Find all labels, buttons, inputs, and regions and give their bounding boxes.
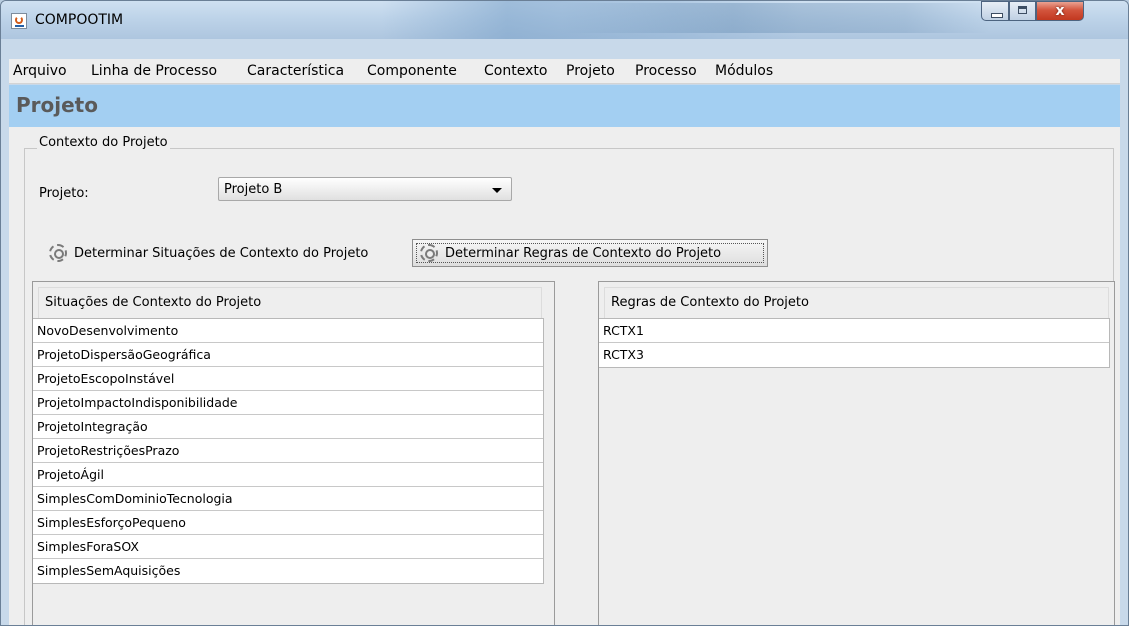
close-icon: x [1055,3,1065,19]
maximize-icon [1018,6,1027,14]
table-row[interactable]: ProjetoRestriçõesPrazo [33,439,543,463]
group-legend: Contexto do Projeto [37,135,170,150]
focus-ring [416,243,764,263]
java-app-icon[interactable] [11,13,27,29]
table-row[interactable]: SimplesForaSOX [33,535,543,559]
menu-linha-de-processo[interactable]: Linha de Processo [91,63,217,79]
determinar-situacoes-button[interactable]: Determinar Situações de Contexto do Proj… [42,239,402,267]
table-row[interactable]: NovoDesenvolvimento [33,319,543,343]
table-row[interactable]: ProjetoIntegração [33,415,543,439]
menu-arquivo[interactable]: Arquivo [13,63,67,79]
menu-projeto[interactable]: Projeto [566,63,615,79]
regras-table: Regras de Contexto do Projeto RCTX1 RCTX… [598,281,1115,625]
table-row[interactable]: SimplesComDominioTecnologia [33,487,543,511]
gear-icon [419,243,439,263]
situacoes-column-header[interactable]: Situações de Contexto do Projeto [38,287,542,319]
menu-caracteristica[interactable]: Característica [247,63,344,79]
projeto-label: Projeto: [39,186,89,201]
projeto-select-value: Projeto B [224,182,283,197]
close-button[interactable]: x [1036,1,1084,21]
table-row[interactable]: RCTX1 [599,319,1109,343]
table-row[interactable]: ProjetoEscopoInstável [33,367,543,391]
menu-componente[interactable]: Componente [367,63,457,79]
menu-processo[interactable]: Processo [635,63,697,79]
title-bar-background-blur-2 [561,3,991,33]
determinar-situacoes-label: Determinar Situações de Contexto do Proj… [74,245,369,261]
projeto-select[interactable]: Projeto B [218,177,512,201]
minimize-icon [991,13,1003,18]
window-title: COMPOOTIM [35,12,124,28]
table-row[interactable]: ProjetoDispersãoGeográfica [33,343,543,367]
minimize-button[interactable] [981,1,1009,21]
application-window: COMPOOTIM x Arquivo Linha de Processo Ca… [0,0,1129,626]
determinar-regras-button[interactable]: Determinar Regras de Contexto do Projeto [412,239,768,267]
page-title: Projeto [16,93,98,117]
gear-icon [48,243,68,263]
table-row[interactable]: ProjetoÁgil [33,463,543,487]
situacoes-rows: NovoDesenvolvimento ProjetoDispersãoGeog… [33,318,544,584]
regras-rows: RCTX1 RCTX3 [599,318,1110,368]
menu-modulos[interactable]: Módulos [715,63,773,79]
situacoes-table: Situações de Contexto do Projeto NovoDes… [32,281,555,625]
table-row[interactable]: SimplesEsforçoPequeno [33,511,543,535]
maximize-button[interactable] [1009,1,1036,21]
table-row[interactable]: SimplesSemAquisições [33,559,543,583]
regras-column-header[interactable]: Regras de Contexto do Projeto [604,287,1109,319]
menu-bar: Arquivo Linha de Processo Característica… [9,59,1120,84]
table-row[interactable]: ProjetoImpactoIndisponibilidade [33,391,543,415]
page-header: Projeto [9,85,1120,127]
chevron-down-icon [492,188,502,193]
menu-contexto[interactable]: Contexto [484,63,547,79]
main-content: Projeto Contexto do Projeto Projeto: Pro… [9,85,1120,625]
title-bar[interactable]: COMPOOTIM x [1,1,1128,39]
table-row[interactable]: RCTX3 [599,343,1109,367]
